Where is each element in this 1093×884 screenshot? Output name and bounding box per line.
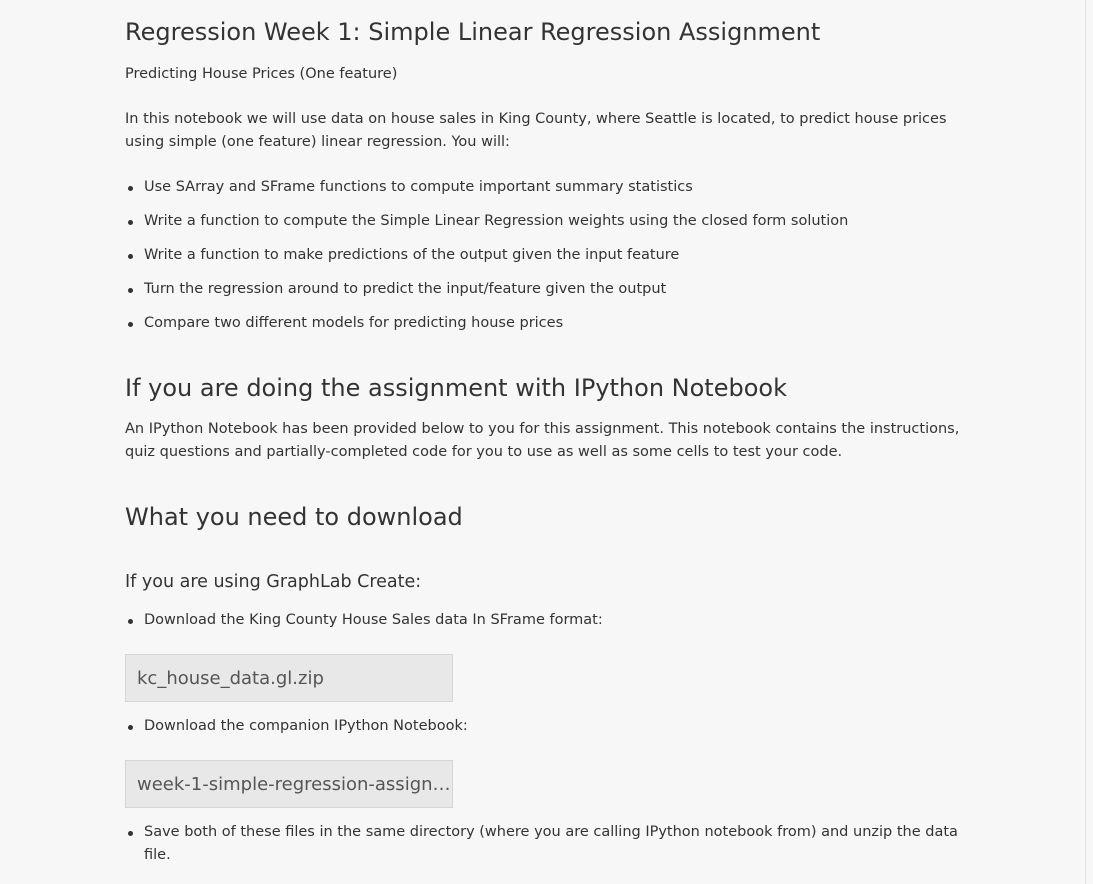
- step3-block: Save both of these files in the same dir…: [125, 821, 965, 878]
- step3-list: Save both of these files in the same dir…: [125, 821, 965, 867]
- list-item: Turn the regression around to predict th…: [125, 278, 965, 301]
- ipython-section: If you are doing the assignment with IPy…: [125, 373, 965, 403]
- ipython-paragraph: An IPython Notebook has been provided be…: [125, 421, 960, 460]
- goal-text: Turn the regression around to predict th…: [144, 281, 667, 297]
- page-title: Regression Week 1: Simple Linear Regress…: [125, 18, 821, 46]
- page-subtitle: Predicting House Prices (One feature): [125, 66, 398, 82]
- step2-block: Download the companion IPython Notebook:: [125, 715, 965, 749]
- download-heading: What you need to download: [125, 503, 463, 531]
- download-data-button[interactable]: kc_house_data.gl.zip: [125, 654, 453, 702]
- bullet-icon: [128, 831, 133, 836]
- goal-text: Write a function to compute the Simple L…: [144, 213, 849, 229]
- bullet-icon: [128, 186, 133, 191]
- page-right-border: [1085, 0, 1086, 884]
- intro-paragraph: In this notebook we will use data on hou…: [125, 111, 947, 150]
- step-text: Download the companion IPython Notebook:: [144, 718, 468, 734]
- ipython-heading: If you are doing the assignment with IPy…: [125, 374, 787, 402]
- subtitle-block: Predicting House Prices (One feature): [125, 63, 965, 86]
- goal-text: Write a function to make predictions of …: [144, 247, 680, 263]
- intro-block: In this notebook we will use data on hou…: [125, 108, 965, 154]
- graphlab-block: If you are using GraphLab Create:: [125, 570, 965, 594]
- download-section: What you need to download: [125, 502, 965, 532]
- step1-block: Download the King County House Sales dat…: [125, 609, 965, 643]
- bullet-icon: [128, 322, 133, 327]
- goal-text: Use SArray and SFrame functions to compu…: [144, 179, 693, 195]
- list-item: Write a function to compute the Simple L…: [125, 210, 965, 233]
- bullet-icon: [128, 619, 133, 624]
- bullet-icon: [128, 288, 133, 293]
- bullet-icon: [128, 220, 133, 225]
- goals-block: Use SArray and SFrame functions to compu…: [125, 176, 965, 346]
- goals-list: Use SArray and SFrame functions to compu…: [125, 176, 965, 335]
- assignment-content: Regression Week 1: Simple Linear Regress…: [125, 0, 965, 863]
- list-item: Compare two different models for predict…: [125, 312, 965, 335]
- step1-list: Download the King County House Sales dat…: [125, 609, 965, 632]
- list-item: Save both of these files in the same dir…: [125, 821, 965, 867]
- list-item: Download the companion IPython Notebook:: [125, 715, 965, 738]
- list-item: Use SArray and SFrame functions to compu…: [125, 176, 965, 199]
- bullet-icon: [128, 254, 133, 259]
- list-item: Write a function to make predictions of …: [125, 244, 965, 267]
- download-notebook-button[interactable]: week-1-simple-regression-assignme...: [125, 760, 453, 808]
- goal-text: Compare two different models for predict…: [144, 315, 564, 331]
- step-text: Download the King County House Sales dat…: [144, 612, 603, 628]
- graphlab-subheading: If you are using GraphLab Create:: [125, 572, 422, 592]
- bullet-icon: [128, 725, 133, 730]
- list-item: Download the King County House Sales dat…: [125, 609, 965, 632]
- step2-list: Download the companion IPython Notebook:: [125, 715, 965, 738]
- ipython-body-block: An IPython Notebook has been provided be…: [125, 418, 965, 464]
- step-text: Save both of these files in the same dir…: [144, 824, 958, 863]
